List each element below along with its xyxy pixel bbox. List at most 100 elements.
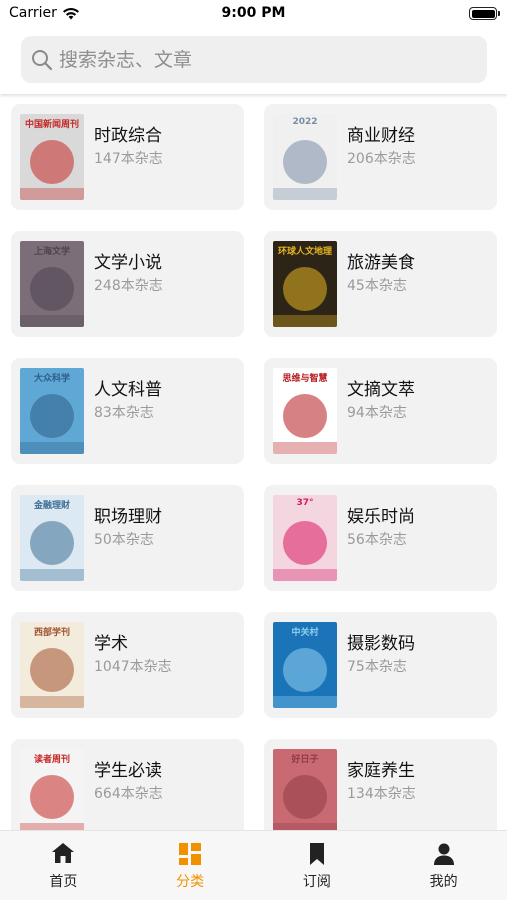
cover-band (20, 188, 84, 200)
category-title: 职场理财 (94, 507, 162, 527)
cover-masthead: 中国新闻周刊 (24, 120, 79, 130)
cover-masthead: 环球人文地理 (277, 247, 332, 257)
category-card[interactable]: 西部学刊 学术 1047本杂志 (11, 612, 244, 718)
cover-art (283, 267, 327, 311)
home-icon (50, 841, 76, 867)
bookmark-icon (306, 841, 328, 867)
category-card[interactable]: 思维与智慧文摘文萃 94本杂志 (264, 358, 497, 464)
cover-art (283, 648, 327, 692)
magazine-cover-image: 上海文学 (20, 241, 84, 327)
cover-band (20, 823, 84, 830)
magazine-cover-image: 思维与智慧 (273, 368, 337, 454)
cover-art (283, 394, 327, 438)
cover-band (273, 823, 337, 830)
category-magazine-count: 56本杂志 (347, 532, 407, 548)
magazine-cover-image: 中关村 (273, 622, 337, 708)
category-magazine-count: 134本杂志 (347, 786, 416, 802)
magazine-cover-image: 西部学刊 (20, 622, 84, 708)
cover-art (283, 521, 327, 565)
cover-masthead: 中关村 (291, 628, 319, 638)
status-time: 9:00 PM (221, 5, 286, 21)
magazine-cover-image: 好日子 (273, 749, 337, 830)
cover-masthead: 大众科学 (33, 374, 70, 384)
cover-art (30, 521, 74, 565)
category-title: 学生必读 (94, 761, 162, 781)
category-title: 旅游美食 (347, 253, 415, 273)
category-title: 文学小说 (94, 253, 162, 273)
category-card[interactable]: 读者周刊学生必读 664本杂志 (11, 739, 244, 830)
magazine-cover-image: 37° (273, 495, 337, 581)
cover-band (273, 188, 337, 200)
category-card[interactable]: 37° 娱乐时尚 56本杂志 (264, 485, 497, 591)
category-card[interactable]: 上海文学文学小说 248本杂志 (11, 231, 244, 337)
tab-label: 我的 (429, 874, 458, 890)
tab-label: 分类 (176, 874, 205, 890)
cover-band (20, 442, 84, 454)
person-icon (431, 841, 457, 867)
cover-art (283, 775, 327, 819)
search-header (0, 28, 507, 94)
category-title: 家庭养生 (347, 761, 415, 781)
tab-person[interactable]: 我的 (380, 831, 507, 900)
magazine-cover-image: 环球人文地理 (273, 241, 337, 327)
cover-art (283, 140, 327, 184)
cover-masthead: 金融理财 (33, 501, 70, 511)
magazine-cover-image: 大众科学 (20, 368, 84, 454)
tab-home[interactable]: 首页 (0, 831, 127, 900)
category-magazine-count: 75本杂志 (347, 659, 407, 675)
cover-masthead: 西部学刊 (33, 628, 70, 638)
magazine-cover-image: 金融理财 (20, 495, 84, 581)
category-grid-icon (177, 841, 203, 867)
cover-band (273, 442, 337, 454)
category-magazine-count: 664本杂志 (94, 786, 163, 802)
category-title: 商业财经 (347, 126, 415, 146)
cover-band (20, 315, 84, 327)
category-card[interactable]: 好日子家庭养生 134本杂志 (264, 739, 497, 830)
category-card[interactable]: 中国新闻周刊时政综合 147本杂志 (11, 104, 244, 210)
cover-masthead: 好日子 (291, 755, 319, 765)
cover-band (273, 569, 337, 581)
cover-masthead: 上海文学 (33, 247, 70, 257)
category-magazine-count: 50本杂志 (94, 532, 154, 548)
category-magazine-count: 206本杂志 (347, 151, 416, 167)
cover-masthead: 2022 (292, 117, 318, 127)
category-card[interactable]: 2022 商业财经 206本杂志 (264, 104, 497, 210)
category-magazine-count: 1047本杂志 (94, 659, 172, 675)
search-icon (32, 49, 53, 70)
category-magazine-count: 94本杂志 (347, 405, 407, 421)
cover-masthead: 读者周刊 (33, 755, 70, 765)
cover-band (273, 696, 337, 708)
category-card[interactable]: 金融理财职场理财 50本杂志 (11, 485, 244, 591)
category-magazine-count: 83本杂志 (94, 405, 154, 421)
status-bar: Carrier 9:00 PM (0, 0, 507, 28)
search-input[interactable] (59, 48, 459, 71)
cover-art (30, 775, 74, 819)
category-card[interactable]: 中关村 摄影数码 75本杂志 (264, 612, 497, 718)
cover-art (30, 140, 74, 184)
search-bar[interactable] (21, 36, 487, 83)
category-magazine-count: 45本杂志 (347, 278, 407, 294)
tab-label: 首页 (49, 874, 78, 890)
cover-art (30, 394, 74, 438)
cover-masthead: 37° (296, 498, 314, 508)
cover-art (30, 648, 74, 692)
magazine-cover-image: 2022 (273, 114, 337, 200)
cover-band (20, 696, 84, 708)
category-card[interactable]: 大众科学人文科普 83本杂志 (11, 358, 244, 464)
cover-masthead: 思维与智慧 (282, 374, 328, 384)
cover-band (273, 315, 337, 327)
battery-icon (469, 7, 500, 20)
category-title: 人文科普 (94, 380, 162, 400)
cover-art (30, 267, 74, 311)
category-grid: 中国新闻周刊时政综合 147本杂志 2022 商业财经 206本杂志上海文学文学小说 24… (0, 94, 507, 830)
category-title: 文摘文萃 (347, 380, 415, 400)
category-magazine-count: 248本杂志 (94, 278, 163, 294)
category-title: 娱乐时尚 (347, 507, 415, 527)
category-magazine-count: 147本杂志 (94, 151, 163, 167)
tab-label: 订阅 (302, 874, 331, 890)
tab-category-grid[interactable]: 分类 (127, 831, 254, 900)
tab-bookmark[interactable]: 订阅 (254, 831, 381, 900)
category-card[interactable]: 环球人文地理旅游美食 45本杂志 (264, 231, 497, 337)
magazine-cover-image: 中国新闻周刊 (20, 114, 84, 200)
category-title: 时政综合 (94, 126, 162, 146)
